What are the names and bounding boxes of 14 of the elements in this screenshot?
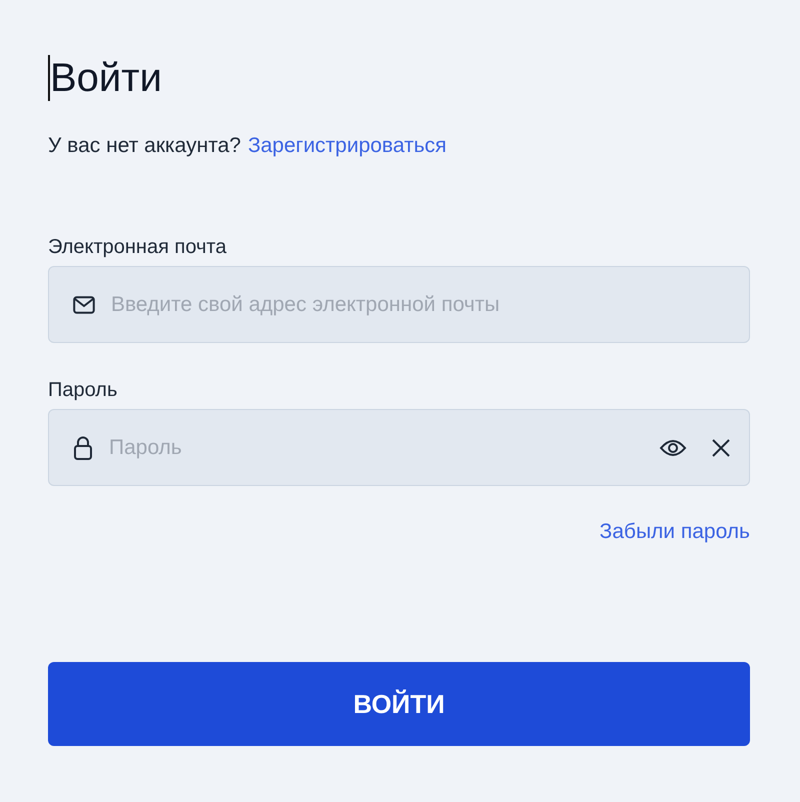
- email-field-box[interactable]: Введите свой адрес электронной почты: [48, 266, 750, 343]
- signup-link[interactable]: Зарегистрироваться: [248, 134, 447, 158]
- page-title: Войти: [50, 56, 162, 100]
- login-button[interactable]: ВОЙТИ: [48, 662, 750, 746]
- lock-icon: [73, 436, 93, 460]
- mail-icon: [73, 296, 95, 314]
- text-cursor: [48, 55, 50, 101]
- password-field[interactable]: Пароль: [109, 432, 639, 462]
- signup-prompt: У вас нет аккаунта?: [48, 134, 241, 158]
- email-field[interactable]: Введите свой адрес электронной почты: [111, 290, 735, 320]
- field-label: Пароль: [48, 379, 118, 402]
- forgot-password-link[interactable]: Забыли пароль: [600, 520, 750, 544]
- password-field-box[interactable]: Пароль: [48, 409, 750, 486]
- field-label: Электронная почта: [48, 236, 226, 259]
